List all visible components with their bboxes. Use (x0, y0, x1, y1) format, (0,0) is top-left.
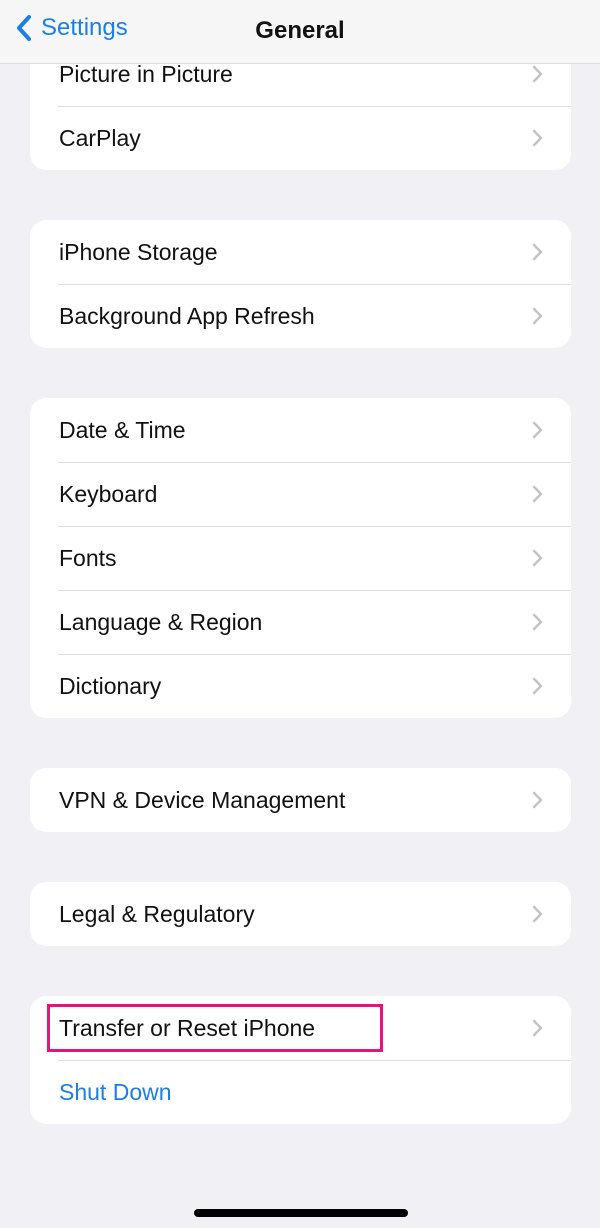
row-background-app-refresh[interactable]: Background App Refresh (30, 284, 571, 348)
row-label: Fonts (59, 544, 117, 571)
chevron-right-icon (532, 549, 543, 567)
row-label: VPN & Device Management (59, 786, 346, 813)
row-label: Language & Region (59, 608, 263, 635)
group-vpn: VPN & Device Management (30, 768, 571, 832)
chevron-right-icon (532, 421, 543, 439)
chevron-right-icon (532, 243, 543, 261)
home-indicator[interactable] (194, 1209, 408, 1217)
row-label: iPhone Storage (59, 238, 218, 265)
row-label: Shut Down (59, 1078, 172, 1105)
row-label: Transfer or Reset iPhone (59, 1014, 316, 1041)
row-label: Picture in Picture (59, 60, 233, 87)
row-label: Date & Time (59, 416, 186, 443)
row-transfer-or-reset-iphone[interactable]: Transfer or Reset iPhone (30, 996, 571, 1060)
row-vpn-device-management[interactable]: VPN & Device Management (30, 768, 571, 832)
row-label: Legal & Regulatory (59, 900, 255, 927)
row-carplay[interactable]: CarPlay (30, 106, 571, 170)
row-legal-regulatory[interactable]: Legal & Regulatory (30, 882, 571, 946)
row-fonts[interactable]: Fonts (30, 526, 571, 590)
row-iphone-storage[interactable]: iPhone Storage (30, 220, 571, 284)
chevron-right-icon (532, 1019, 543, 1037)
row-language-region[interactable]: Language & Region (30, 590, 571, 654)
row-label: Background App Refresh (59, 302, 315, 329)
group-reset: Transfer or Reset iPhone Shut Down (30, 996, 571, 1124)
group-locale: Date & Time Keyboard Fonts Language & Re… (30, 398, 571, 718)
row-label: Keyboard (59, 480, 158, 507)
chevron-right-icon (532, 677, 543, 695)
chevron-right-icon (532, 485, 543, 503)
row-dictionary[interactable]: Dictionary (30, 654, 571, 718)
row-date-time[interactable]: Date & Time (30, 398, 571, 462)
shut-down-button[interactable]: Shut Down (30, 1060, 571, 1124)
group-legal: Legal & Regulatory (30, 882, 571, 946)
chevron-right-icon (532, 65, 543, 83)
row-keyboard[interactable]: Keyboard (30, 462, 571, 526)
group-storage: iPhone Storage Background App Refresh (30, 220, 571, 348)
chevron-right-icon (532, 307, 543, 325)
chevron-right-icon (532, 905, 543, 923)
page-title: General (255, 17, 345, 44)
navigation-bar: Settings General (0, 0, 600, 64)
chevron-right-icon (532, 613, 543, 631)
row-label: Dictionary (59, 672, 162, 699)
row-label: CarPlay (59, 124, 141, 151)
chevron-right-icon (532, 129, 543, 147)
chevron-right-icon (532, 791, 543, 809)
